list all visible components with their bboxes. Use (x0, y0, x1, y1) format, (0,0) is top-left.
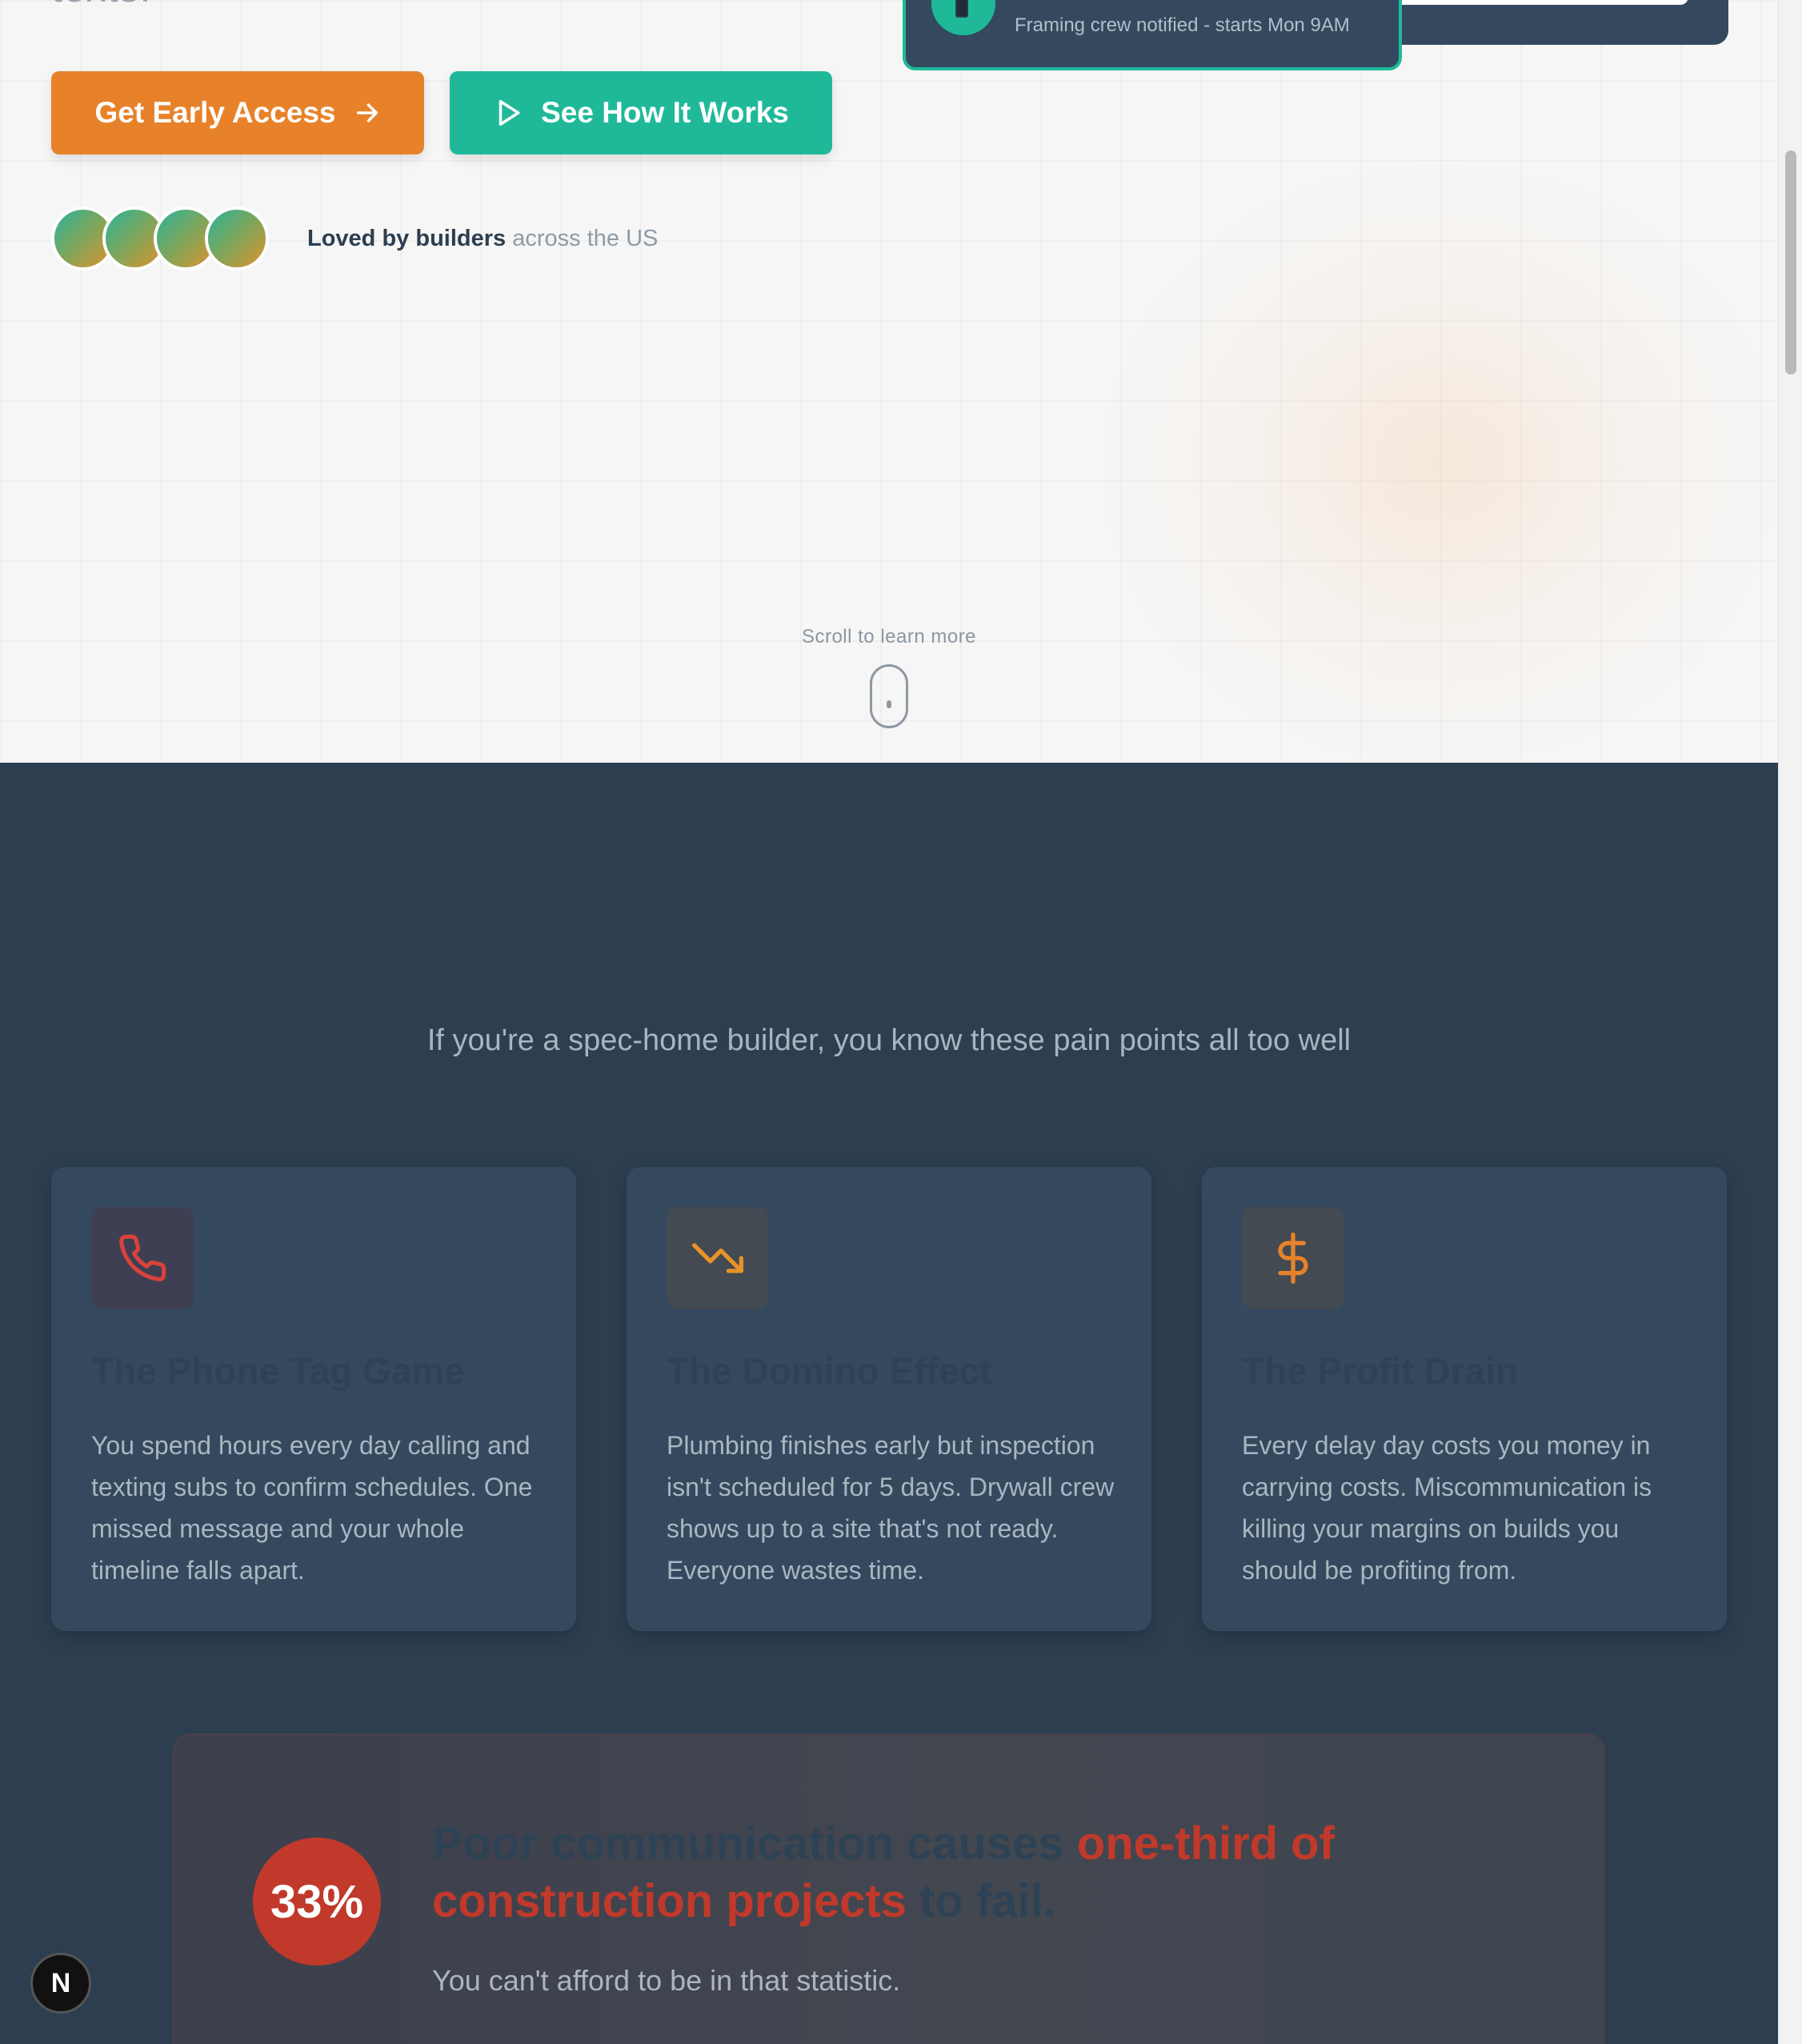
play-icon (493, 98, 523, 128)
scroll-mouse-icon[interactable] (870, 664, 908, 728)
dev-tools-badge[interactable]: N (30, 1953, 91, 2014)
statistic-panel: 33% Poor communication causes one-third … (173, 1733, 1605, 2044)
pain-points-section: If you're a spec-home builder, you know … (0, 763, 1778, 2044)
stat-headline-part2: to fail. (906, 1875, 1056, 1927)
scroll-hint: Scroll to learn more (801, 626, 977, 647)
card-body: Plumbing finishes early but inspection i… (667, 1431, 1115, 1585)
hero-section: texts. Get Early Access See How It Works (0, 0, 1778, 763)
card-title: The Phone Tag Game (91, 1350, 465, 1392)
arrow-right-icon (354, 99, 381, 126)
scrollbar[interactable] (1778, 0, 1802, 2044)
trending-down-icon (667, 1207, 769, 1309)
builder-avatars (51, 206, 275, 271)
stat-badge: 33% (253, 1838, 381, 1966)
see-how-it-works-button[interactable]: See How It Works (450, 71, 832, 154)
stat-headline-part1: Poor communication causes (432, 1818, 1077, 1870)
pain-card-profit-drain: The Profit Drain Every delay day costs y… (1202, 1167, 1727, 1631)
social-proof-text: Loved by builders across the US (307, 226, 658, 252)
get-early-access-label: Get Early Access (94, 96, 336, 129)
stat-headline: Poor communication causes one-third of c… (432, 1815, 1432, 1930)
social-proof-rest: across the US (512, 226, 659, 251)
phone-icon (91, 1207, 194, 1309)
pain-points-subtitle: If you're a spec-home builder, you know … (426, 1024, 1352, 1057)
card-title: The Domino Effect (667, 1350, 992, 1392)
notification-card: Framing crew notified - starts Mon 9AM (903, 0, 1402, 70)
dollar-icon (1242, 1207, 1344, 1309)
phone-glyph (955, 0, 968, 18)
hero-subtext-fragment: texts. (51, 0, 151, 11)
hero-glow (1080, 144, 1778, 763)
see-how-it-works-label: See How It Works (541, 96, 789, 129)
stat-subtext: You can't afford to be in that statistic… (432, 1964, 901, 1997)
card-body: You spend hours every day calling and te… (91, 1431, 533, 1585)
get-early-access-button[interactable]: Get Early Access (51, 71, 424, 154)
preview-bar (1392, 0, 1688, 5)
phone-icon (931, 0, 995, 35)
notification-text: Framing crew notified - starts Mon 9AM (1015, 14, 1350, 36)
scrollbar-thumb[interactable] (1785, 150, 1796, 375)
pain-card-phone-tag: The Phone Tag Game You spend hours every… (51, 1167, 576, 1631)
dashboard-preview-panel (1360, 0, 1728, 45)
mouse-wheel (887, 700, 891, 708)
card-body: Every delay day costs you money in carry… (1242, 1431, 1652, 1585)
page: texts. Get Early Access See How It Works (0, 0, 1802, 2044)
avatar (205, 206, 269, 271)
social-proof-strong: Loved by builders (307, 226, 507, 251)
card-title: The Profit Drain (1242, 1350, 1519, 1392)
pain-card-domino-effect: The Domino Effect Plumbing finishes earl… (627, 1167, 1151, 1631)
